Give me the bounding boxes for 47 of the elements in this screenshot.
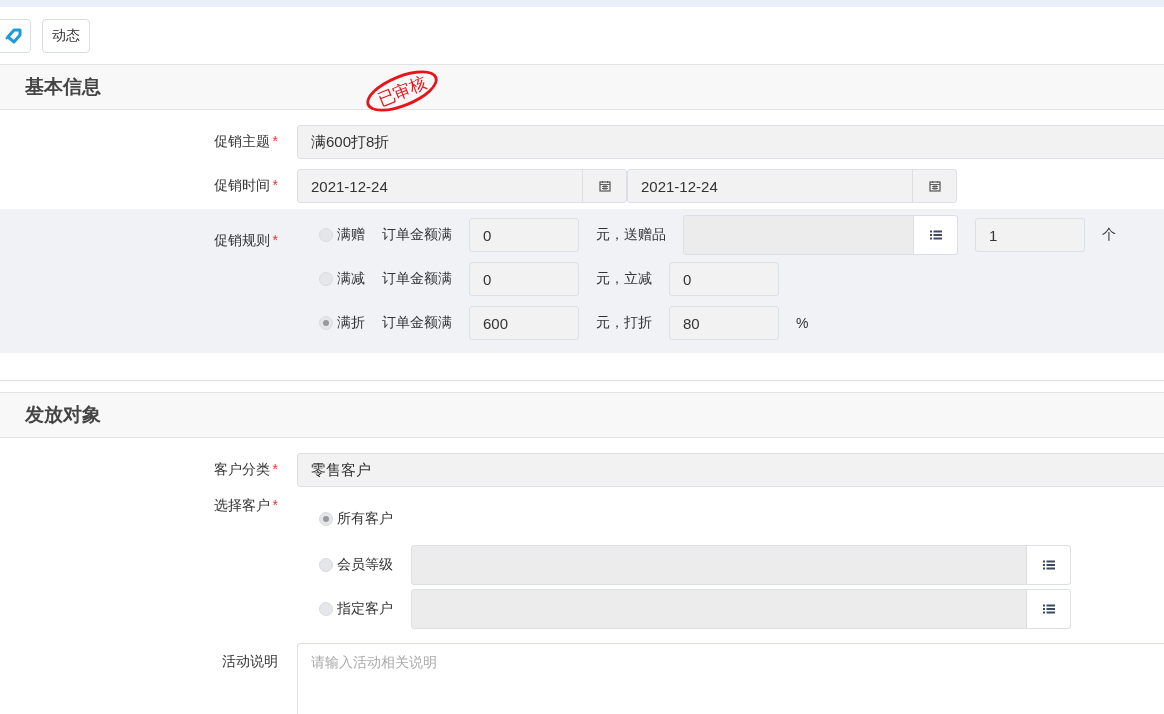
field-label: 促销规则 * [212,231,278,250]
radio-button[interactable] [319,512,333,526]
list-button[interactable] [1026,546,1070,584]
radio-label: 会员等级 [337,556,393,574]
radio-label: 满折 [337,314,365,332]
rule-text: 个 [1102,226,1116,244]
rule-text: 元，送赠品 [596,226,666,244]
radio-label: 所有客户 [337,510,393,528]
gift-field[interactable] [683,215,958,255]
list-icon [929,230,942,240]
radio-label: 满赠 [337,226,365,244]
radio-label: 指定客户 [337,600,393,618]
number-field[interactable]: 1 [975,218,1085,252]
field-label: 活动说明 [221,652,278,671]
rule-text: 订单金额满 [382,314,452,332]
activity-button[interactable]: 动态 [42,19,90,53]
rule-text: 订单金额满 [382,226,452,244]
list-button[interactable] [1026,590,1070,628]
radio-label: 满减 [337,270,365,288]
field-label: 促销主题 * [212,133,278,151]
select-field[interactable] [411,545,1071,585]
tag-icon [5,28,23,44]
rule-text: 订单金额满 [382,270,452,288]
field-label: 促销时间 * [212,177,278,195]
number-field[interactable]: 0 [469,218,579,252]
radio-button[interactable] [319,316,333,330]
number-field[interactable]: 600 [469,306,579,340]
field-label: 选择客户 * [212,497,278,515]
text-field[interactable]: 满600打8折 [297,125,1164,159]
radio-button[interactable] [319,602,333,616]
select-field[interactable] [411,589,1071,629]
text-field[interactable]: 零售客户 [297,453,1164,487]
rule-text: 元，打折 [596,314,652,332]
number-field[interactable]: 0 [469,262,579,296]
description-field[interactable]: 请输入活动相关说明 [297,643,1164,714]
list-icon [1042,560,1055,570]
number-field[interactable]: 80 [669,306,779,340]
rule-text: % [796,315,809,331]
radio-button[interactable] [319,558,333,572]
number-field[interactable]: 0 [669,262,779,296]
section-title: 基本信息 [25,75,101,99]
tag-button[interactable] [0,19,31,53]
rule-text: 元，立减 [596,270,652,288]
field-label: 客户分类 * [212,461,278,479]
section-title: 发放对象 [25,403,101,427]
list-icon [1042,604,1055,614]
list-button[interactable] [913,216,957,254]
